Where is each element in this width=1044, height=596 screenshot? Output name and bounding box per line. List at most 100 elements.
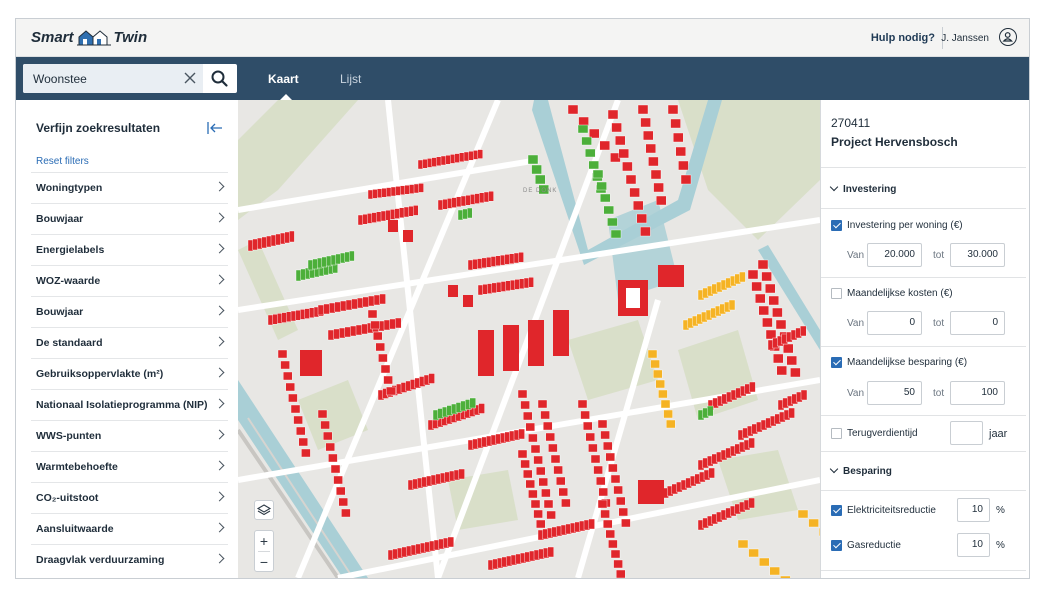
tab-lijst[interactable]: Lijst <box>340 72 361 86</box>
percent-unit: % <box>996 540 1005 551</box>
section-investering[interactable]: Investering <box>829 182 897 195</box>
elektriciteitsreductie-input[interactable]: 10 <box>957 498 990 522</box>
chevron-down-icon <box>829 182 839 192</box>
checkbox-label: Investering per woning (€) <box>847 220 963 231</box>
nav-bar: Woonstee Kaart Lijst <box>16 57 1029 100</box>
divider <box>821 451 1026 452</box>
filter-item-woz-waarde[interactable]: WOZ-waarde <box>31 265 228 296</box>
logo[interactable]: Smart Twin <box>31 28 147 46</box>
besparing-van-input[interactable]: 50 <box>867 381 922 405</box>
tot-label: tot <box>933 388 945 399</box>
project-id: 270411 <box>831 116 871 130</box>
chevron-right-icon <box>214 553 225 564</box>
filter-item-label: WOZ-waarde <box>36 275 101 287</box>
filter-sidebar: Verfijn zoekresultaten Reset filters Won… <box>16 100 239 578</box>
house-logo-icon <box>76 30 111 46</box>
project-panel: 270411 Project Hervensbosch Investering … <box>820 100 1029 578</box>
layers-button[interactable] <box>254 500 274 520</box>
section-title: Besparing <box>843 466 892 477</box>
filter-item-label: Bouwjaar <box>36 306 84 318</box>
filter-item-label: Energielabels <box>36 244 105 256</box>
chevron-right-icon <box>214 336 225 347</box>
chevron-right-icon <box>214 212 225 223</box>
chevron-right-icon <box>214 491 225 502</box>
investering-tot-input[interactable]: 30.000 <box>950 243 1005 267</box>
checkbox-label: Maandelijkse besparing (€) <box>847 357 968 368</box>
divider <box>821 277 1026 278</box>
user-name[interactable]: J. Janssen <box>941 33 989 44</box>
filter-item-label: Gebruiksoppervlakte (m²) <box>36 368 164 380</box>
gasreductie-checkbox[interactable] <box>831 540 842 551</box>
van-label: Van <box>847 318 865 329</box>
besparing-tot-input[interactable]: 100 <box>950 381 1005 405</box>
search-box: Woonstee <box>23 64 237 93</box>
filter-item-gebruiksoppervlakte[interactable]: Gebruiksoppervlakte (m²) <box>31 358 228 389</box>
clear-search-icon[interactable] <box>183 71 197 85</box>
jaar-unit: jaar <box>989 428 1008 440</box>
kosten-tot-input[interactable]: 0 <box>950 311 1005 335</box>
top-bar: Smart Twin Hulp nodig? J. Janssen <box>16 19 1029 57</box>
search-icon <box>211 70 228 87</box>
filter-item-co2-uitstoot[interactable]: CO₂-uitstoot <box>31 482 228 513</box>
chevron-right-icon <box>214 522 225 533</box>
map-canvas[interactable]: DE DONK <box>238 100 820 578</box>
filter-item-de-standaard[interactable]: De standaard <box>31 327 228 358</box>
user-avatar-icon[interactable] <box>999 28 1017 46</box>
map-view[interactable]: DE DONK + − <box>238 100 820 578</box>
filter-item-woningtypen[interactable]: Woningtypen <box>31 172 228 203</box>
search-button[interactable] <box>203 64 237 93</box>
tab-kaart[interactable]: Kaart <box>268 72 299 86</box>
filter-item-warmtebehoefte[interactable]: Warmtebehoefte <box>31 451 228 482</box>
chevron-right-icon <box>214 305 225 316</box>
project-name: Project Hervensbosch <box>831 135 958 149</box>
divider <box>821 415 1026 416</box>
filter-item-label: WWS-punten <box>36 430 102 442</box>
filter-item-nip[interactable]: Nationaal Isolatieprogramma (NIP) <box>31 389 228 420</box>
chevron-right-icon <box>214 274 225 285</box>
section-title: Investering <box>843 184 897 195</box>
layers-icon <box>256 504 272 516</box>
zoom-control: + − <box>254 530 274 572</box>
filter-item-label: Draagvlak verduurzaming <box>36 554 165 566</box>
van-label: Van <box>847 388 865 399</box>
kosten-van-input[interactable]: 0 <box>867 311 922 335</box>
filter-item-label: Aansluitwaarde <box>36 523 114 535</box>
filter-item-label: CO₂-uitstoot <box>36 492 99 504</box>
zoom-out-button[interactable]: − <box>255 552 273 572</box>
zoom-in-button[interactable]: + <box>255 531 273 551</box>
checkbox-label: Maandelijkse kosten (€) <box>847 288 953 299</box>
reset-filters-link[interactable]: Reset filters <box>36 156 89 167</box>
filter-item-aansluitwaarde[interactable]: Aansluitwaarde <box>31 513 228 544</box>
logo-text-left: Smart <box>31 28 74 46</box>
filter-item-label: Nationaal Isolatieprogramma (NIP) <box>36 399 208 411</box>
elektriciteitsreductie-checkbox[interactable] <box>831 505 842 516</box>
filter-item-draagvlak[interactable]: Draagvlak verduurzaming <box>31 544 228 575</box>
investering-per-woning-checkbox[interactable] <box>831 220 842 231</box>
divider <box>821 570 1026 571</box>
divider <box>821 167 1026 168</box>
help-link[interactable]: Hulp nodig? <box>871 32 935 44</box>
checkbox-label: Elektriciteitsreductie <box>847 505 936 516</box>
maandelijkse-besparing-checkbox[interactable] <box>831 357 842 368</box>
section-besparing[interactable]: Besparing <box>829 464 892 477</box>
van-label: Van <box>847 250 865 261</box>
chevron-right-icon <box>214 429 225 440</box>
filter-item-energielabels[interactable]: Energielabels <box>31 234 228 265</box>
filter-item-wws-punten[interactable]: WWS-punten <box>31 420 228 451</box>
investering-van-input[interactable]: 20.000 <box>867 243 922 267</box>
filter-item-label: Bouwjaar <box>36 213 84 225</box>
divider <box>821 490 1026 491</box>
filter-item-label: Warmtebehoefte <box>36 461 118 473</box>
terugverdientijd-checkbox[interactable] <box>831 428 842 439</box>
maandelijkse-kosten-checkbox[interactable] <box>831 288 842 299</box>
checkbox-label: Terugverdientijd <box>847 428 918 439</box>
collapse-sidebar-icon[interactable] <box>207 122 223 134</box>
filter-item-bouwjaar[interactable]: Bouwjaar <box>31 203 228 234</box>
filter-item-bouwjaar-2[interactable]: Bouwjaar <box>31 296 228 327</box>
search-input-value: Woonstee <box>33 72 87 86</box>
logo-text-right: Twin <box>113 28 148 46</box>
terugverdientijd-input[interactable] <box>950 421 983 445</box>
gasreductie-input[interactable]: 10 <box>957 533 990 557</box>
chevron-right-icon <box>214 367 225 378</box>
search-input[interactable]: Woonstee <box>23 64 203 93</box>
